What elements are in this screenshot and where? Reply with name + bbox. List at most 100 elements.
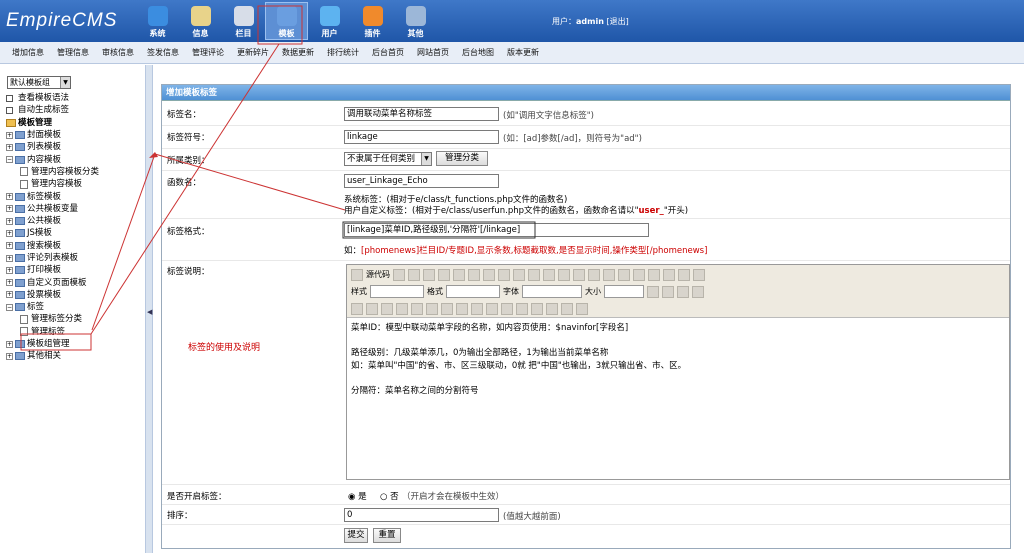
source-icon[interactable] — [351, 268, 363, 281]
main-nav-item[interactable]: 模板 — [265, 2, 308, 40]
tree-node[interactable]: + 投票模板 — [6, 289, 99, 301]
tree-node[interactable]: − 内容模板 — [6, 153, 99, 165]
smiley-icon[interactable] — [546, 302, 558, 315]
expand-icon[interactable]: + — [6, 205, 13, 213]
image-icon[interactable] — [456, 302, 468, 315]
align-right-icon[interactable] — [618, 268, 630, 281]
sidebar-link[interactable]: 自动生成标签 — [6, 104, 99, 116]
italic-icon[interactable] — [366, 302, 378, 315]
pagebreak-icon[interactable] — [576, 302, 588, 315]
align-left-icon[interactable] — [588, 268, 600, 281]
subnav-link[interactable]: 签发信息 — [147, 47, 179, 58]
flash-icon[interactable] — [471, 302, 483, 315]
format-select[interactable] — [446, 285, 500, 298]
sidebar-link[interactable]: 查看模板语法 — [6, 92, 99, 104]
manage-category-button[interactable]: 管理分类 — [436, 151, 488, 166]
editor-content[interactable]: 菜单ID：模型中联动菜单字段的名称，如内容页使用：$navinfor[字段名] 路… — [347, 318, 1009, 401]
tree-node[interactable]: + 封面模板 — [6, 129, 99, 141]
subnav-link[interactable]: 数据更新 — [282, 47, 314, 58]
text-color-icon[interactable] — [647, 285, 659, 298]
redo-icon[interactable] — [513, 268, 525, 281]
outdent-icon[interactable] — [648, 268, 660, 281]
undo-icon[interactable] — [498, 268, 510, 281]
subnav-link[interactable]: 排行统计 — [327, 47, 359, 58]
expand-icon[interactable]: + — [6, 131, 13, 139]
tree-node[interactable]: + 搜索模板 — [6, 240, 99, 252]
tree-node[interactable]: + 打印模板 — [6, 264, 99, 276]
paste-word-icon[interactable] — [483, 268, 495, 281]
logout-link[interactable]: [退出] — [606, 17, 628, 26]
expand-icon[interactable]: + — [6, 193, 13, 201]
size-select[interactable] — [604, 285, 644, 298]
align-center-icon[interactable] — [603, 268, 615, 281]
align-justify-icon[interactable] — [633, 268, 645, 281]
indent-icon[interactable] — [663, 268, 675, 281]
find-icon[interactable] — [528, 268, 540, 281]
tree-node[interactable]: + 评论列表模板 — [6, 252, 99, 264]
expand-icon[interactable]: + — [6, 352, 13, 360]
media-icon[interactable] — [486, 302, 498, 315]
expand-icon[interactable]: + — [6, 266, 13, 274]
superscript-icon[interactable] — [692, 285, 704, 298]
paste-text-icon[interactable] — [468, 268, 480, 281]
style-select[interactable] — [370, 285, 424, 298]
tree-node[interactable]: + 其他相关 — [6, 350, 99, 362]
expand-icon[interactable]: + — [6, 279, 13, 287]
format-input[interactable]: [linkage]菜单ID,路径级别,'分隔符'[/linkage] — [344, 223, 649, 237]
expand-icon[interactable]: + — [6, 242, 13, 250]
expand-icon[interactable]: + — [6, 291, 13, 299]
main-nav-item[interactable]: 插件 — [351, 2, 394, 40]
bold-icon[interactable] — [351, 302, 363, 315]
tree-node[interactable]: + 标签模板 — [6, 190, 99, 202]
subnav-link[interactable]: 版本更新 — [507, 47, 539, 58]
tree-node[interactable]: + 自定义页面模板 — [6, 276, 99, 288]
table-icon[interactable] — [516, 302, 528, 315]
reset-button[interactable]: 重置 — [373, 528, 401, 543]
expand-icon[interactable]: + — [6, 143, 13, 151]
collapse-arrow-icon[interactable]: ◀ — [147, 308, 152, 316]
subnav-link[interactable]: 更新碎片 — [237, 47, 269, 58]
tree-node[interactable]: + 公共模板变量 — [6, 203, 99, 215]
main-nav-item[interactable]: 栏目 — [222, 2, 265, 40]
subnav-link[interactable]: 管理信息 — [57, 47, 89, 58]
remove-format-icon[interactable] — [573, 268, 585, 281]
template-group-select[interactable]: 默认模板组 ▼ — [7, 76, 71, 89]
function-input[interactable]: user_Linkage_Echo — [344, 174, 499, 188]
main-nav-item[interactable]: 系统 — [136, 2, 179, 40]
replace-icon[interactable] — [543, 268, 555, 281]
link-icon[interactable] — [411, 302, 423, 315]
submit-button[interactable]: 提交 — [344, 528, 368, 543]
subnav-link[interactable]: 网站首页 — [417, 47, 449, 58]
save-icon[interactable] — [393, 268, 405, 281]
quote-icon[interactable] — [561, 302, 573, 315]
subnav-link[interactable]: 管理评论 — [192, 47, 224, 58]
unlink-icon[interactable] — [426, 302, 438, 315]
tree-node[interactable]: 管理标签 — [6, 326, 99, 338]
subnav-link[interactable]: 增加信息 — [12, 47, 44, 58]
tree-node[interactable]: 管理标签分类 — [6, 313, 99, 325]
file-icon[interactable] — [501, 302, 513, 315]
tree-node[interactable]: + 模板组管理 — [6, 338, 99, 350]
strike-icon[interactable] — [396, 302, 408, 315]
expand-icon[interactable]: + — [6, 254, 13, 262]
bg-color-icon[interactable] — [662, 285, 674, 298]
tag-name-input[interactable]: 调用联动菜单名称标签 — [344, 107, 499, 121]
numbered-list-icon[interactable] — [678, 268, 690, 281]
sort-input[interactable]: 0 — [344, 508, 499, 522]
tree-node[interactable]: + 列表模板 — [6, 141, 99, 153]
tree-node[interactable]: 管理内容模板分类 — [6, 166, 99, 178]
subnav-link[interactable]: 审核信息 — [102, 47, 134, 58]
source-button[interactable]: 源代码 — [366, 269, 390, 280]
copy-icon[interactable] — [438, 268, 450, 281]
expand-icon[interactable]: + — [6, 229, 13, 237]
category-select[interactable]: 不隶属于任何类别 ▼ — [344, 152, 432, 166]
main-nav-item[interactable]: 其他 — [394, 2, 437, 40]
anchor-icon[interactable] — [441, 302, 453, 315]
subnav-link[interactable]: 后台首页 — [372, 47, 404, 58]
collapse-icon[interactable]: − — [6, 303, 13, 311]
open-yes-radio[interactable]: ◉ 是 — [348, 490, 367, 502]
tree-node[interactable]: − 标签 — [6, 301, 99, 313]
select-all-icon[interactable] — [558, 268, 570, 281]
font-select[interactable] — [522, 285, 582, 298]
subnav-link[interactable]: 后台地图 — [462, 47, 494, 58]
